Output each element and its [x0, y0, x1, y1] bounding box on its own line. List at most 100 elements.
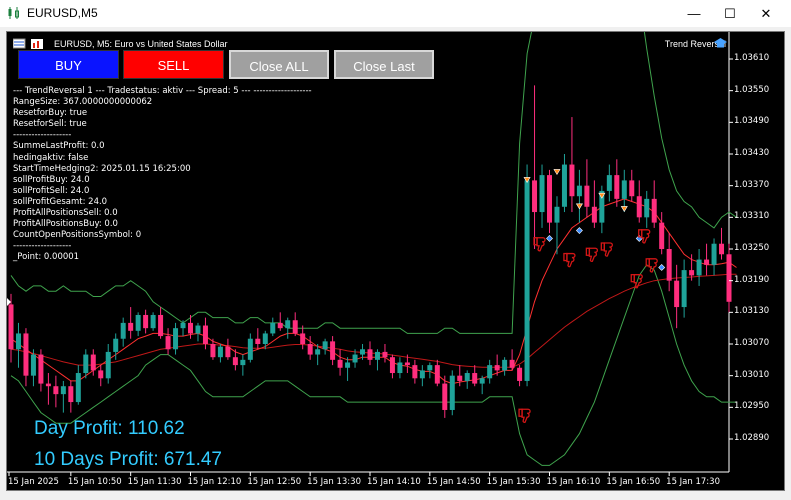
- candle-body: [255, 338, 261, 344]
- buy-button[interactable]: BUY: [18, 50, 119, 79]
- candle-body: [494, 365, 500, 371]
- candle-body: [352, 354, 358, 363]
- candle-body: [307, 344, 313, 355]
- candle-body: [113, 338, 119, 352]
- candle-body: [547, 175, 552, 223]
- thumbs-down-icon: [645, 258, 658, 273]
- sell-signal-arrow: [620, 206, 628, 212]
- info-line: SummeLastProfit: 0.0: [13, 141, 105, 152]
- candle-body: [539, 175, 545, 213]
- candle-body: [569, 164, 575, 197]
- day-profit-label: Day Profit: 110.62: [34, 418, 185, 439]
- candle-body: [158, 314, 164, 337]
- graduation-cap-icon: [714, 38, 727, 48]
- candle-body: [636, 196, 642, 218]
- chart-header-icons: [13, 38, 43, 49]
- candle-body: [659, 222, 665, 249]
- candle-body: [419, 370, 425, 379]
- thumbs-down-icon: [533, 237, 546, 252]
- sell-signal-arrow: [553, 169, 561, 176]
- ea-info-panel: --- TrendReversal 1 --- Tradestatus: akt…: [13, 86, 312, 264]
- candle-body: [374, 351, 380, 360]
- time-tick-label: 15 Jan 15:30: [486, 477, 541, 487]
- candle-body: [382, 351, 388, 358]
- candle-body: [143, 314, 149, 329]
- candle-body: [689, 270, 695, 276]
- info-line: hedingaktiv: false: [13, 152, 89, 163]
- candle-body: [584, 185, 590, 207]
- sell-signal-arrow: [575, 203, 583, 210]
- candle-body: [60, 386, 66, 395]
- chart-symbol-label: EURUSD, M5: Euro vs United States Dollar: [54, 39, 228, 49]
- info-line: ProfitAllPositionsBuy: 0.0: [13, 219, 118, 230]
- candle-body: [128, 322, 134, 331]
- info-line: sollProfitSell: 24.0: [13, 185, 90, 196]
- info-line: -------------------: [13, 241, 72, 252]
- candle-body: [464, 373, 470, 381]
- candle-body: [644, 198, 650, 218]
- candle-body: [591, 206, 597, 223]
- candle-body: [75, 373, 81, 403]
- candle-body: [270, 322, 276, 334]
- candle-body: [45, 383, 51, 387]
- close-icon: ✕: [760, 6, 772, 21]
- candle-body: [38, 354, 44, 384]
- candle-body: [120, 322, 126, 339]
- time-tick-label: 15 Jan 10:50: [67, 477, 122, 487]
- price-tick-label: 1.03430: [734, 148, 770, 158]
- candle-body: [517, 367, 523, 381]
- candle-body: [15, 333, 21, 350]
- bars-icon: [13, 38, 26, 49]
- candle-body: [554, 206, 560, 223]
- candle-body: [472, 373, 478, 384]
- candle-body: [217, 346, 223, 358]
- close-all-button[interactable]: Close ALL: [229, 50, 329, 79]
- candle-body: [487, 365, 493, 379]
- candle-body: [606, 175, 612, 191]
- candle-body: [367, 349, 373, 360]
- price-tick-label: 1.03550: [734, 84, 770, 95]
- candle-body: [225, 346, 231, 358]
- time-tick-label: 15 Jan 14:50: [426, 477, 481, 487]
- close-button[interactable]: ✕: [749, 0, 783, 27]
- time-tick-label: 15 Jan 12:10: [187, 477, 242, 487]
- candle-body: [83, 354, 89, 374]
- candlestick-chart-icon: [8, 7, 19, 19]
- candle-body: [696, 259, 702, 276]
- info-line: ProfitAllPositionsSell: 0.0: [13, 208, 118, 219]
- candle-body: [150, 314, 156, 329]
- sell-button[interactable]: SELL: [123, 50, 224, 79]
- candle-body: [345, 362, 351, 368]
- price-tick-label: 1.03490: [734, 116, 770, 127]
- candle-body: [397, 362, 403, 374]
- candle-body: [232, 357, 238, 366]
- candle-body: [240, 359, 246, 366]
- maximize-button[interactable]: ☐: [713, 0, 747, 27]
- info-line: ResetforSell: true: [13, 119, 87, 130]
- thumbs-down-icon: [563, 252, 576, 268]
- candle-body: [576, 185, 582, 197]
- price-tick-label: 1.03070: [734, 338, 770, 348]
- candle-body: [105, 351, 111, 379]
- candle-body: [726, 254, 732, 302]
- buy-signal-marker: [546, 235, 553, 242]
- candle-body: [285, 320, 291, 329]
- candle-body: [247, 338, 253, 360]
- minimize-icon: —: [687, 6, 701, 21]
- candle-body: [621, 180, 627, 199]
- time-tick-label: 15 Jan 14:10: [367, 477, 421, 487]
- candle-body: [315, 349, 321, 355]
- candle-body: [651, 198, 657, 223]
- ten-days-profit-label: 10 Days Profit: 671.47: [34, 449, 222, 470]
- close-last-button[interactable]: Close Last: [334, 50, 434, 79]
- time-tick-label: 15 Jan 13:30: [307, 477, 361, 487]
- candle-body: [23, 333, 29, 376]
- chart-window[interactable]: EURUSD, M5: Euro vs United States Dollar…: [6, 31, 785, 491]
- candle-body: [561, 164, 567, 207]
- price-tick-label: 1.03310: [734, 211, 770, 222]
- buy-signal-marker: [658, 264, 666, 271]
- candle-body: [502, 359, 508, 371]
- candle-body: [322, 341, 328, 350]
- minimize-button[interactable]: —: [677, 0, 711, 27]
- candle-body: [30, 354, 36, 376]
